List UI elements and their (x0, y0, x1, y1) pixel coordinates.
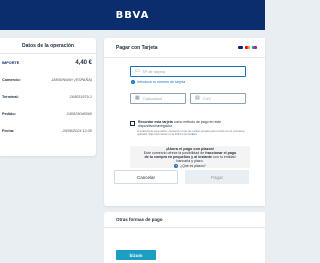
expiry-placeholder: Caducidad (142, 96, 162, 101)
card-payment-header: Pagar con Tarjeta (104, 38, 265, 58)
card-number-hint-text: Introduce tu número de tarjeta (137, 80, 186, 84)
merchant-label: Comercio: (2, 77, 21, 82)
cancel-button[interactable]: Cancelar (114, 170, 178, 184)
bizum-label: bizum (129, 252, 143, 258)
date-row: Fecha: 29/08/2024 12:30 (0, 122, 96, 139)
other-payment-methods-title: Otras formas de pago (104, 212, 265, 228)
card-brands (238, 46, 257, 49)
info-icon: i (131, 80, 135, 84)
order-row: Pedido: 240829046560 (0, 105, 96, 122)
maestro-icon (252, 46, 257, 49)
cvv-card-icon: ▤ (195, 95, 200, 101)
merchant-value: JARDINWAY (ESPAÑA) (51, 77, 92, 82)
card-icon: ▭ (135, 68, 140, 74)
order-value: 240829046560 (66, 111, 92, 116)
plazos-box: ¡Ahora el pago con plazos! Este comercio… (130, 146, 250, 169)
mastercard-icon (245, 46, 250, 49)
cvv-input[interactable]: ▤ CVV (190, 93, 246, 104)
card-payment-title: Pagar con Tarjeta (116, 44, 158, 51)
date-label: Fecha: (2, 128, 15, 133)
card-number-hint: i Introduce tu número de tarjeta (131, 80, 185, 84)
terminal-label: Terminal: (2, 94, 19, 99)
operation-details-title: Datos de la operación (0, 38, 96, 54)
cookies-link[interactable]: Cookies (188, 133, 197, 136)
remember-card-row[interactable]: Recordar esta tarjeta como método de pag… (130, 120, 250, 128)
remember-card-checkbox[interactable] (130, 120, 135, 126)
pay-button[interactable]: Pagar (185, 170, 249, 184)
terminal-value: 264031979-1 (69, 94, 92, 99)
card-number-placeholder: Nº de tarjeta (142, 69, 165, 74)
merchant-row: Comercio: JARDINWAY (ESPAÑA) (0, 71, 96, 88)
order-label: Pedido: (2, 111, 16, 116)
expiry-input[interactable]: ▦ Caducidad (130, 93, 186, 104)
top-bar: BBVA (0, 0, 265, 30)
amount-row: IMPORTE 4,40 € (0, 54, 96, 71)
bizum-button[interactable]: bizum (116, 250, 156, 260)
amount-value: 4,40 € (75, 59, 92, 66)
terminal-row: Terminal: 264031979-1 (0, 88, 96, 105)
cookies-legal-text: Al seleccionar esta opción, consiente el… (137, 130, 250, 136)
plazos-question-row[interactable]: ? ¿Qué es plazos? (130, 164, 250, 169)
date-value: 29/08/2024 12:30 (62, 128, 92, 133)
plazos-text: Este comercio ofrece la posibilidad de f… (130, 151, 250, 163)
operation-details-panel: Datos de la operación IMPORTE 4,40 € Com… (0, 38, 96, 156)
plazos-question: ¿Qué es plazos? (180, 164, 206, 169)
question-icon: ? (174, 164, 179, 169)
card-number-input[interactable]: ▭ Nº de tarjeta (130, 66, 246, 77)
other-payment-methods-panel: Otras formas de pago bizum (104, 212, 265, 263)
remember-card-label: Recordar esta tarjeta como método de pag… (138, 120, 250, 128)
calendar-icon: ▦ (135, 95, 140, 101)
cvv-placeholder: CVV (202, 96, 211, 101)
amount-label: IMPORTE (2, 60, 20, 65)
bbva-logo: BBVA (115, 9, 150, 21)
visa-icon (238, 46, 243, 49)
